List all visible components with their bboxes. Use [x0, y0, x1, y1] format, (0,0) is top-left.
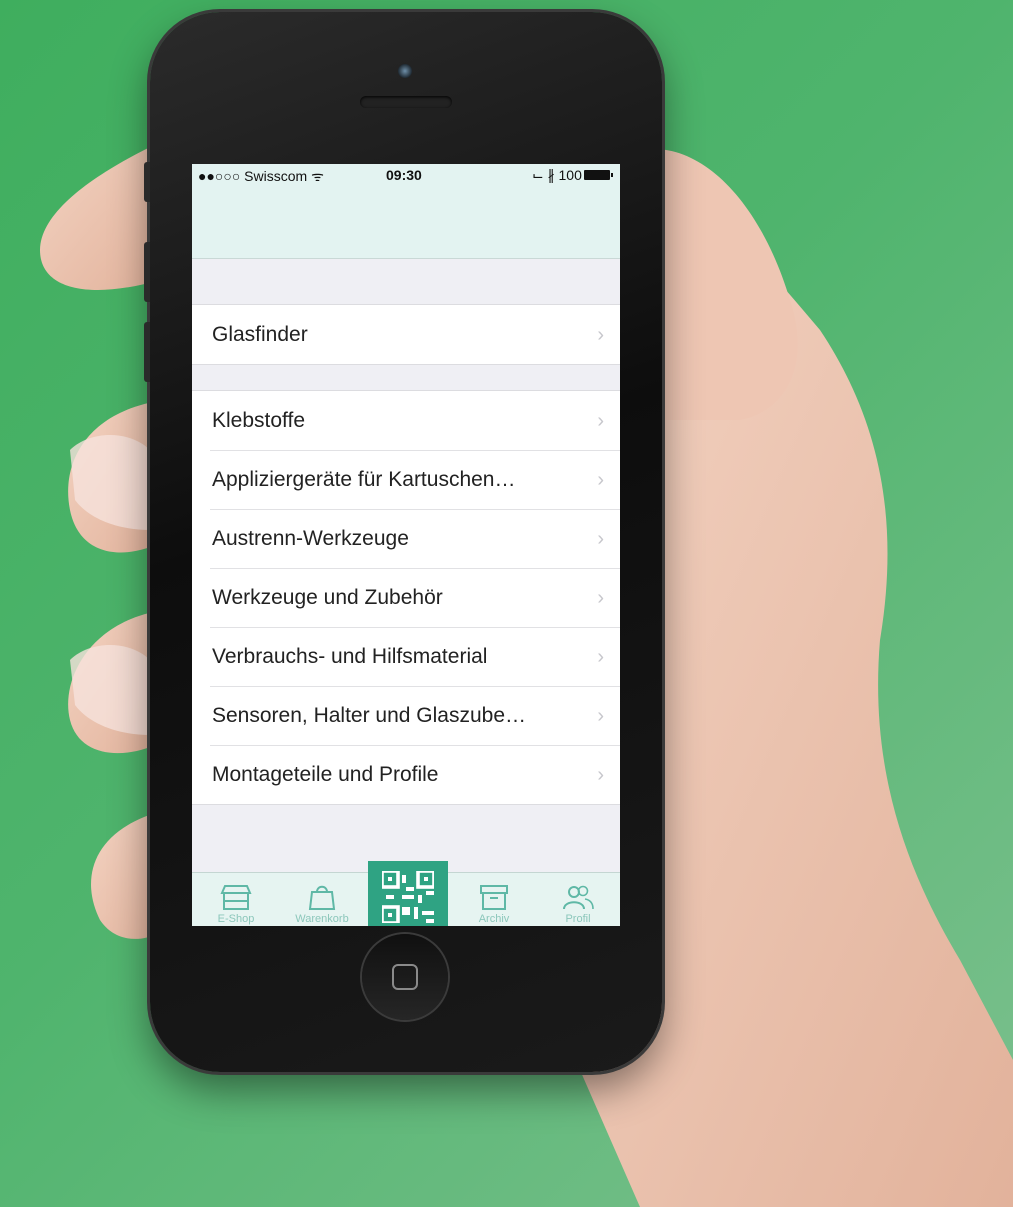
chevron-right-icon: › [597, 469, 604, 491]
home-square-icon [392, 964, 418, 990]
mute-switch [144, 162, 150, 202]
shopping-bag-icon [308, 885, 336, 910]
chevron-right-icon: › [597, 410, 604, 432]
chevron-right-icon: › [597, 324, 604, 346]
tab-label: Warenkorb [295, 913, 349, 925]
menu-group-categories: Klebstoffe › Appliziergeräte für Kartusc… [192, 390, 620, 805]
front-camera [398, 64, 412, 78]
chevron-right-icon: › [597, 646, 604, 668]
menu-item-glasfinder[interactable]: Glasfinder › [192, 305, 620, 364]
carrier-label: ●●○○○ Swisscom ᯤ [198, 168, 324, 184]
menu-item-label: Verbrauchs- und Hilfsmaterial [212, 645, 488, 668]
menu-item-montageteile[interactable]: Montageteile und Profile › [192, 745, 620, 804]
archive-box-icon [480, 885, 508, 910]
menu-item-label: Austrenn-Werkzeuge [212, 527, 409, 550]
tab-bar: E-Shop Warenkorb Archiv Profil [192, 861, 620, 926]
menu-item-label: Glasfinder [212, 323, 308, 346]
home-button[interactable] [362, 934, 448, 1020]
menu-item-appliziergeraete[interactable]: Appliziergeräte für Kartuschen… › [192, 450, 620, 509]
phone-device: ●●○○○ Swisscom ᯤ 09:30 ⌙ ∦ 100 % Glasfin… [144, 12, 662, 1072]
navigation-bar [192, 186, 620, 259]
clock: 09:30 [386, 167, 422, 183]
tab-label: Profil [565, 913, 591, 925]
chevron-right-icon: › [597, 764, 604, 786]
menu-item-label: Werkzeuge und Zubehör [212, 586, 443, 609]
menu-item-verbrauchsmaterial[interactable]: Verbrauchs- und Hilfsmaterial › [192, 627, 620, 686]
users-icon [563, 885, 594, 910]
menu-item-label: Appliziergeräte für Kartuschen… [212, 468, 516, 491]
tab-label: E-Shop [217, 913, 255, 925]
menu-item-label: Montageteile und Profile [212, 763, 439, 786]
chevron-right-icon: › [597, 528, 604, 550]
tab-e-shop[interactable]: E-Shop [196, 873, 276, 926]
volume-up-button [144, 242, 150, 302]
menu-item-label: Klebstoffe [212, 409, 306, 432]
qr-code-icon [382, 871, 434, 923]
tab-warenkorb[interactable]: Warenkorb [282, 873, 362, 926]
menu-item-klebstoffe[interactable]: Klebstoffe › [192, 391, 620, 450]
menu-item-werkzeuge-zubehoer[interactable]: Werkzeuge und Zubehör › [192, 568, 620, 627]
menu-item-sensoren[interactable]: Sensoren, Halter und Glaszube… › [192, 686, 620, 745]
tab-label: Archiv [478, 913, 510, 925]
app-screen: ●●○○○ Swisscom ᯤ 09:30 ⌙ ∦ 100 % Glasfin… [192, 164, 620, 926]
menu-item-label: Sensoren, Halter und Glaszube… [212, 704, 527, 727]
menu-item-austrenn-werkzeuge[interactable]: Austrenn-Werkzeuge › [192, 509, 620, 568]
battery-icon [584, 170, 613, 180]
tab-profil[interactable]: Profil [538, 873, 618, 926]
tab-qr-scanner[interactable] [368, 861, 448, 926]
tab-archiv[interactable]: Archiv [454, 873, 534, 926]
chevron-right-icon: › [597, 705, 604, 727]
earpiece-speaker [360, 96, 452, 108]
store-icon [220, 885, 252, 910]
status-bar: ●●○○○ Swisscom ᯤ 09:30 ⌙ ∦ 100 % [192, 164, 620, 186]
menu-group-top: Glasfinder › [192, 304, 620, 365]
chevron-right-icon: › [597, 587, 604, 609]
volume-down-button [144, 322, 150, 382]
